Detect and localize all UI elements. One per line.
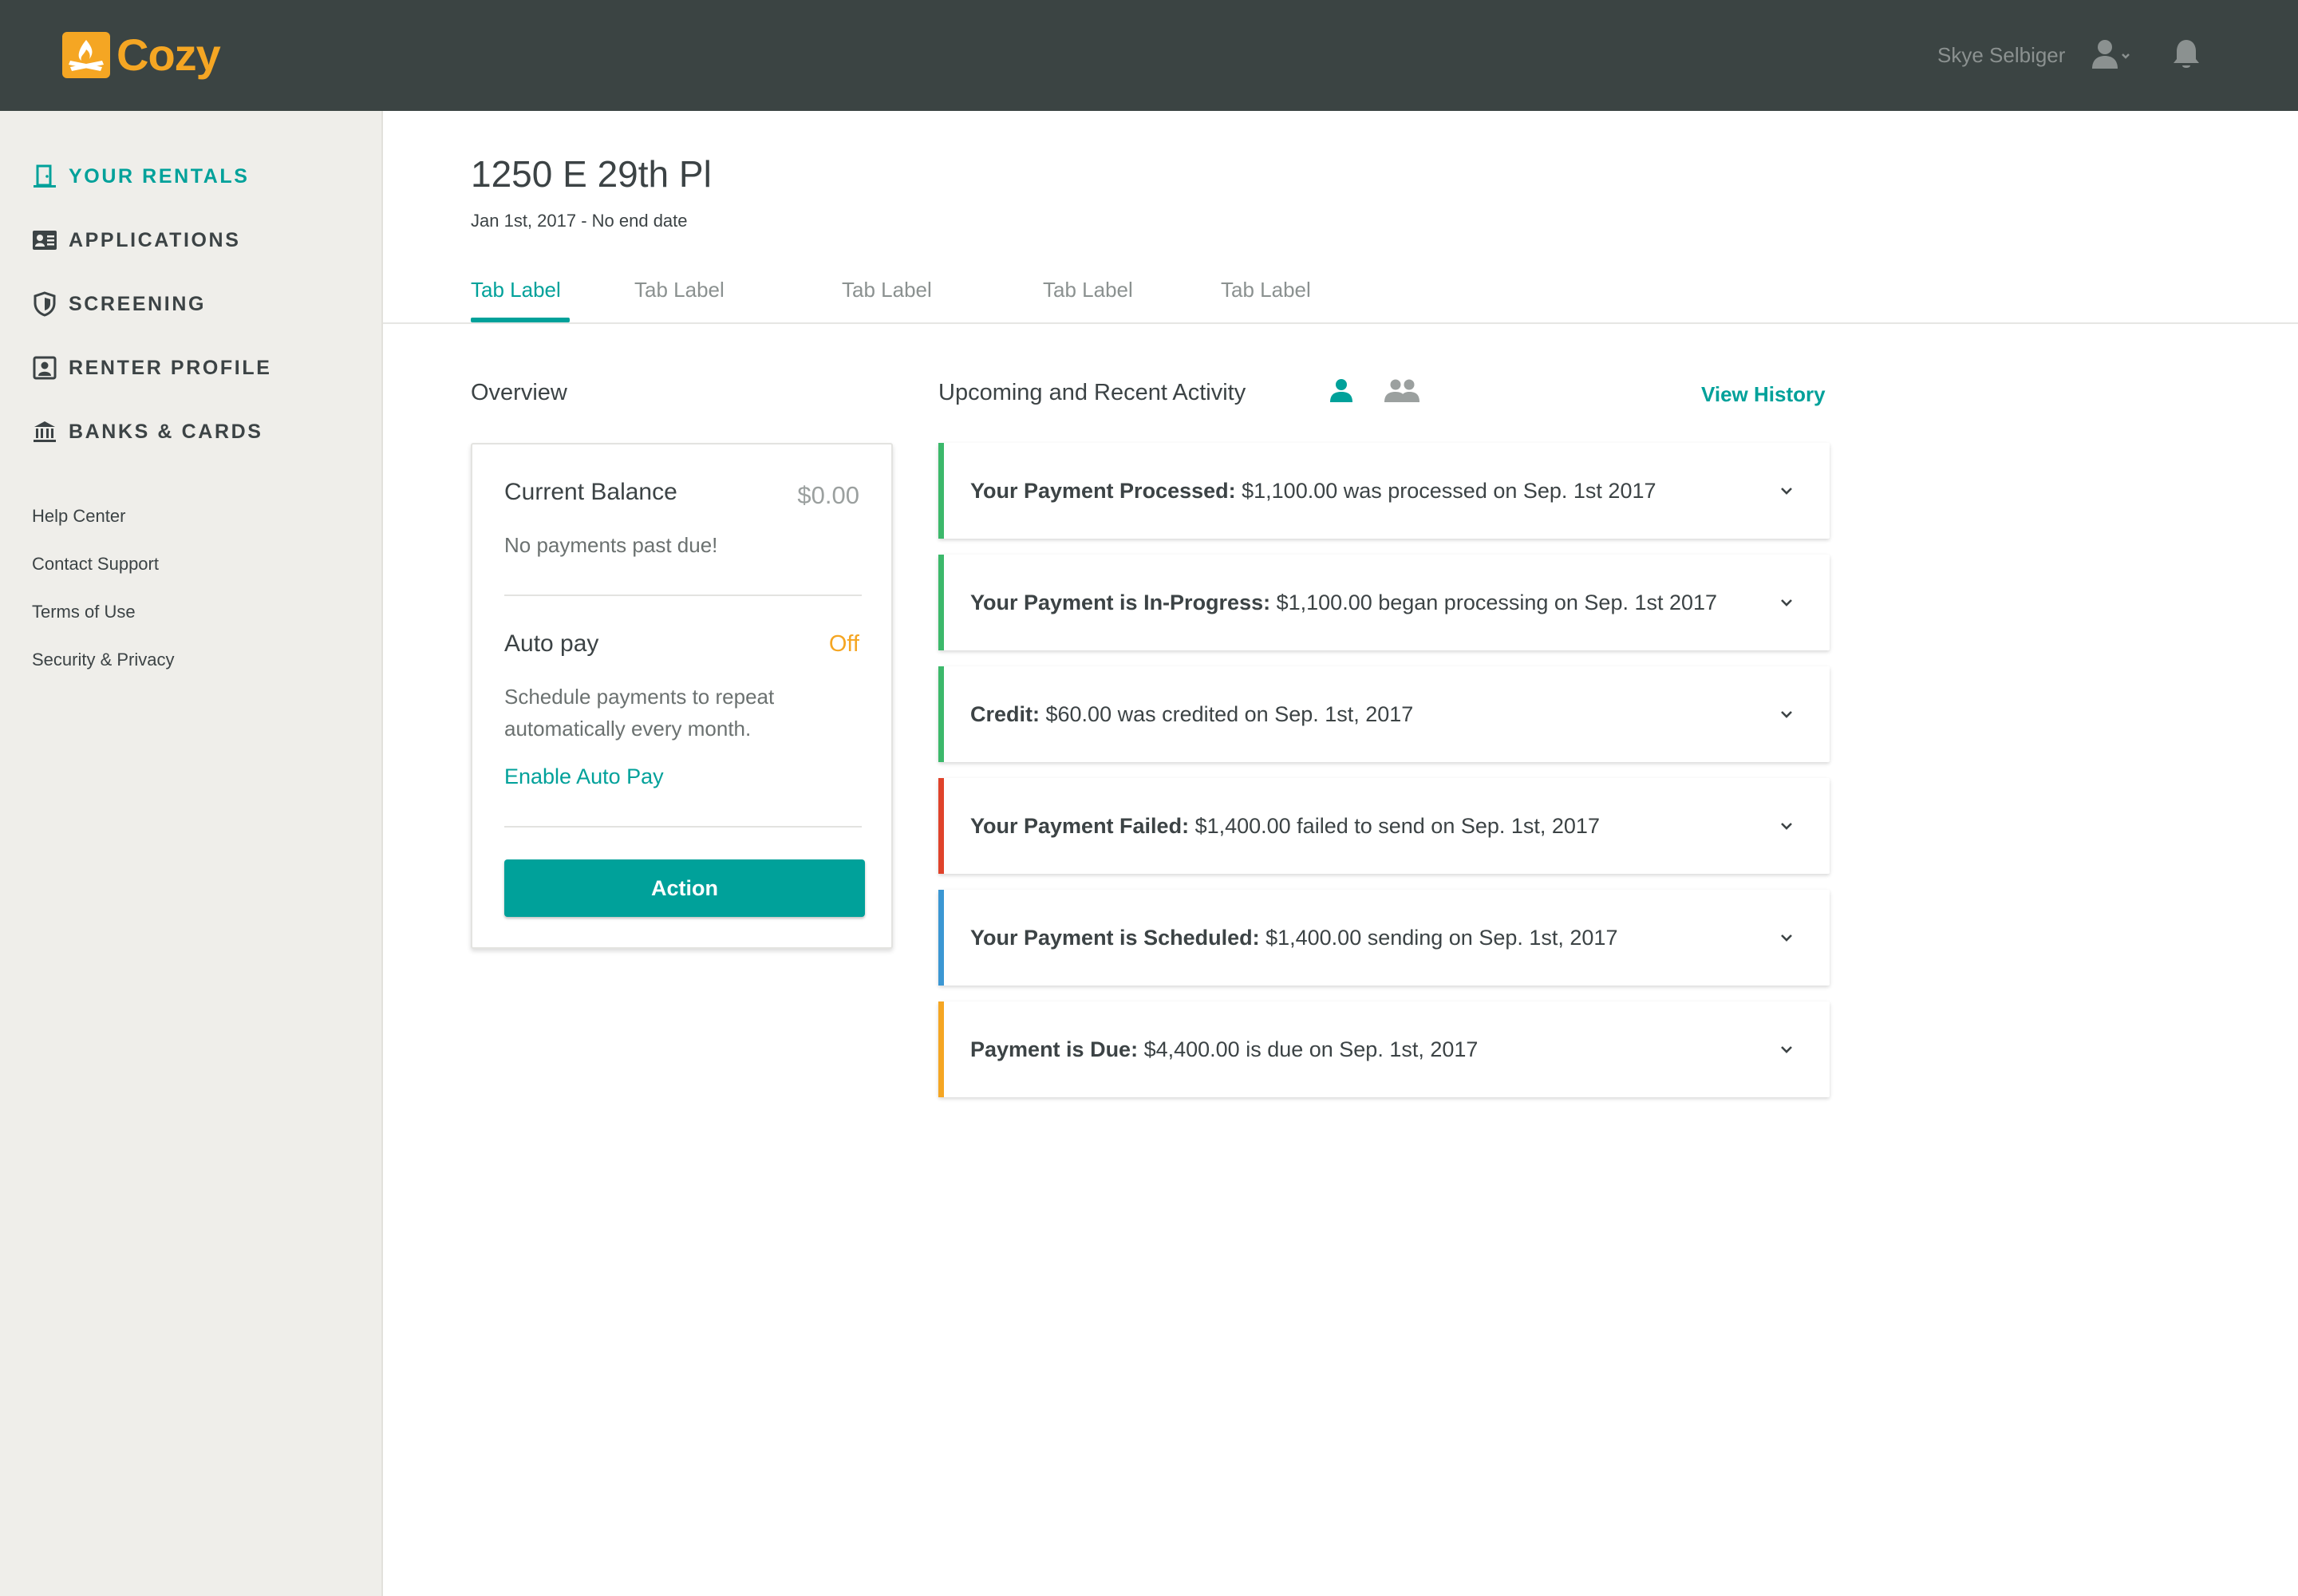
- activity-detail: $1,400.00 sending on Sep. 1st, 2017: [1259, 926, 1618, 950]
- activity-text: Your Payment is In-Progress: $1,100.00 b…: [970, 587, 1717, 618]
- activity-item[interactable]: Your Payment Failed: $1,400.00 failed to…: [938, 778, 1830, 874]
- chevron-down-icon[interactable]: [1779, 706, 1795, 722]
- divider: [504, 595, 862, 596]
- tab-2[interactable]: Tab Label: [634, 271, 725, 308]
- divider: [504, 826, 862, 828]
- sidebar-item-label: SCREENING: [69, 292, 207, 315]
- activity-item[interactable]: Your Payment is Scheduled: $1,400.00 sen…: [938, 890, 1830, 986]
- user-menu-icon[interactable]: [2091, 38, 2132, 70]
- sidebar-item-banks-cards[interactable]: BANKS & CARDS: [32, 416, 263, 448]
- autopay-label: Auto pay: [504, 630, 599, 657]
- activity-item[interactable]: Your Payment is In-Progress: $1,100.00 b…: [938, 555, 1830, 650]
- activity-text: Your Payment Processed: $1,100.00 was pr…: [970, 475, 1656, 507]
- tab-3[interactable]: Tab Label: [842, 271, 932, 308]
- sidebar-item-your-rentals[interactable]: YOUR RENTALS: [32, 160, 250, 192]
- current-balance-label: Current Balance: [504, 479, 677, 505]
- activity-status-bar: [938, 1001, 944, 1097]
- activity-detail: $1,400.00 failed to send on Sep. 1st, 20…: [1189, 814, 1600, 838]
- activity-type: Your Payment is In-Progress:: [970, 591, 1271, 614]
- shield-icon: [32, 291, 57, 317]
- activity-type: Your Payment is Scheduled:: [970, 926, 1260, 950]
- logo-text: Cozy: [116, 30, 221, 80]
- activity-text: Credit: $60.00 was credited on Sep. 1st,…: [970, 698, 1413, 730]
- sidebar-item-label: APPLICATIONS: [69, 228, 241, 251]
- activity-title: Upcoming and Recent Activity: [938, 380, 1246, 405]
- activity-text: Payment is Due: $4,400.00 is due on Sep.…: [970, 1033, 1478, 1065]
- person-filter-icon[interactable]: [1328, 377, 1355, 404]
- sidebar-item-label: RENTER PROFILE: [69, 356, 272, 379]
- activity-type: Your Payment Processed:: [970, 479, 1236, 503]
- activity-item[interactable]: Payment is Due: $4,400.00 is due on Sep.…: [938, 1001, 1830, 1097]
- activity-status-bar: [938, 666, 944, 762]
- overview-card: Current Balance $0.00 No payments past d…: [471, 443, 893, 949]
- activity-detail: $60.00 was credited on Sep. 1st, 2017: [1040, 702, 1414, 726]
- help-center-link[interactable]: Help Center: [32, 504, 125, 528]
- chevron-down-icon[interactable]: [1779, 595, 1795, 610]
- activity-item[interactable]: Credit: $60.00 was credited on Sep. 1st,…: [938, 666, 1830, 762]
- activity-type: Your Payment Failed:: [970, 814, 1190, 838]
- activity-detail: $1,100.00 was processed on Sep. 1st 2017: [1235, 479, 1656, 503]
- activity-type: Credit:: [970, 702, 1040, 726]
- sidebar-item-screening[interactable]: SCREENING: [32, 288, 206, 320]
- enable-auto-pay-link[interactable]: Enable Auto Pay: [504, 760, 664, 792]
- action-button[interactable]: Action: [504, 859, 865, 917]
- activity-status-bar: [938, 443, 944, 539]
- activity-detail: $1,100.00 began processing on Sep. 1st 2…: [1270, 591, 1718, 614]
- contact-support-link[interactable]: Contact Support: [32, 552, 159, 576]
- terms-of-use-link[interactable]: Terms of Use: [32, 600, 136, 624]
- activity-detail: $4,400.00 is due on Sep. 1st, 2017: [1138, 1037, 1479, 1061]
- chevron-down-icon[interactable]: [1779, 818, 1795, 834]
- activity-text: Your Payment Failed: $1,400.00 failed to…: [970, 810, 1600, 842]
- sidebar-item-renter-profile[interactable]: RENTER PROFILE: [32, 352, 271, 384]
- page-title: 1250 E 29th Pl: [471, 153, 712, 195]
- tab-1[interactable]: Tab Label: [471, 271, 561, 308]
- sidebar-item-label: YOUR RENTALS: [69, 164, 250, 188]
- user-name[interactable]: Skye Selbiger: [1937, 41, 2065, 69]
- balance-note: No payments past due!: [504, 533, 718, 557]
- tab-4[interactable]: Tab Label: [1043, 271, 1133, 308]
- activity-status-bar: [938, 555, 944, 650]
- campfire-logo-icon: [62, 32, 110, 78]
- autopay-description-line1: Schedule payments to repeat: [504, 685, 775, 709]
- activity-item[interactable]: Your Payment Processed: $1,100.00 was pr…: [938, 443, 1830, 539]
- id-card-icon: [32, 227, 57, 253]
- overview-title: Overview: [471, 380, 567, 405]
- bank-icon: [32, 419, 57, 444]
- cozy-logo[interactable]: Cozy: [62, 30, 221, 80]
- tabs-divider: [383, 322, 2298, 324]
- top-header: Cozy Skye Selbiger: [0, 0, 2298, 111]
- group-filter-icon[interactable]: [1383, 377, 1421, 404]
- chevron-down-icon[interactable]: [1779, 1041, 1795, 1057]
- chevron-down-icon[interactable]: [1779, 483, 1795, 499]
- activity-status-bar: [938, 778, 944, 874]
- security-privacy-link[interactable]: Security & Privacy: [32, 648, 175, 672]
- lease-dates: Jan 1st, 2017 - No end date: [471, 211, 688, 231]
- view-history-link[interactable]: View History: [1701, 380, 1826, 409]
- autopay-status: Off: [828, 631, 859, 657]
- chevron-down-icon[interactable]: [1779, 930, 1795, 946]
- door-icon: [32, 164, 57, 189]
- activity-status-bar: [938, 890, 944, 986]
- notifications-bell-icon[interactable]: [2169, 37, 2204, 72]
- profile-icon: [32, 355, 57, 381]
- sidebar-item-label: BANKS & CARDS: [69, 420, 263, 443]
- current-balance-value: $0.00: [797, 481, 859, 509]
- tab-5[interactable]: Tab Label: [1221, 271, 1311, 308]
- sidebar: YOUR RENTALS APPLICATIONS SCREENING RENT…: [0, 111, 383, 1596]
- autopay-description-line2: automatically every month.: [504, 717, 752, 741]
- activity-text: Your Payment is Scheduled: $1,400.00 sen…: [970, 922, 1617, 954]
- sidebar-item-applications[interactable]: APPLICATIONS: [32, 224, 240, 256]
- activity-type: Payment is Due:: [970, 1037, 1139, 1061]
